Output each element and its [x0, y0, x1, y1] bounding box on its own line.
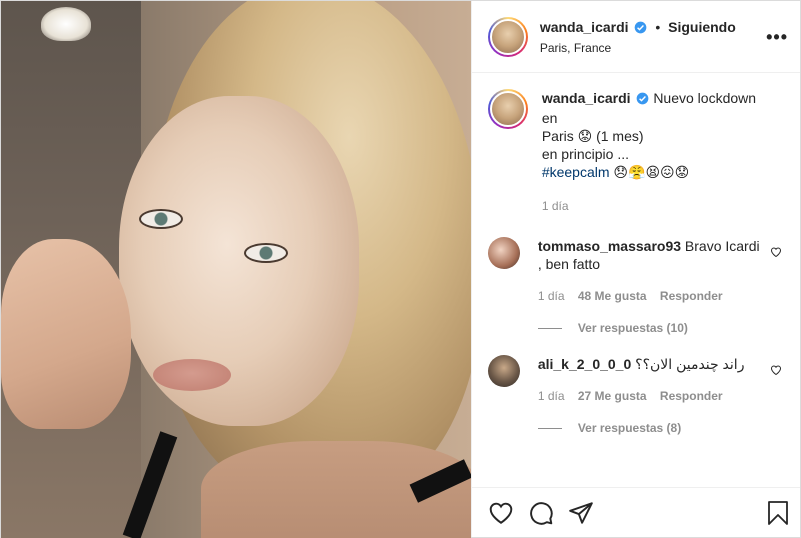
caption-hashtag[interactable]: #keepcalm: [542, 164, 610, 180]
comment-avatar[interactable]: [487, 237, 520, 269]
caption-text-line2: Paris 😟 (1 mes): [541, 128, 644, 144]
comment-likes[interactable]: 27 Me gusta: [578, 389, 647, 403]
comment-username[interactable]: ali_k_2_0_0_0: [538, 356, 631, 372]
view-replies-button[interactable]: Ver respuestas (8): [537, 421, 764, 435]
caption-text-line3: en principio ...: [541, 146, 629, 162]
comment-item: tommaso_massaro93 Bravo Icardi , ben fat…: [487, 237, 784, 335]
post-actions-bar: [471, 487, 800, 537]
replies-divider: [537, 427, 562, 429]
photo-lips: [153, 359, 231, 391]
post-photo[interactable]: [1, 1, 471, 538]
heart-icon[interactable]: [488, 500, 514, 526]
post-header: wanda_icardi • Siguiendo Paris, France •…: [471, 1, 800, 73]
follow-separator: •: [655, 18, 661, 35]
comment-time[interactable]: 1 día: [538, 289, 565, 303]
caption-time[interactable]: 1 día: [542, 199, 569, 213]
photo-eye-left: [139, 209, 183, 229]
share-icon[interactable]: [568, 500, 594, 526]
comment-icon[interactable]: [528, 500, 554, 526]
view-replies-label: Ver respuestas (8): [577, 421, 682, 435]
more-options-icon[interactable]: •••: [766, 27, 788, 48]
comments-area: wanda_icardi Nuevo lockdown en Paris 😟 (…: [472, 73, 800, 487]
comment-like-heart-icon[interactable]: [770, 363, 782, 379]
post-location[interactable]: Paris, France: [540, 41, 736, 55]
comment-avatar[interactable]: [487, 355, 520, 387]
author-avatar[interactable]: [487, 16, 528, 57]
comment-username[interactable]: tommaso_massaro93: [538, 238, 681, 254]
comment-likes[interactable]: 48 Me gusta: [578, 289, 647, 303]
comment-item: ali_k_2_0_0_0 راند چندمین الان؟؟ 1 día 2…: [487, 355, 784, 435]
photo-eye-right: [244, 243, 288, 263]
reply-button[interactable]: Responder: [660, 389, 723, 403]
view-replies-label: Ver respuestas (10): [577, 321, 688, 335]
comment-like-heart-icon[interactable]: [770, 245, 782, 261]
post-sidebar: wanda_icardi • Siguiendo Paris, France •…: [470, 1, 800, 537]
view-replies-button[interactable]: Ver respuestas (10): [537, 321, 764, 335]
instagram-post: wanda_icardi • Siguiendo Paris, France •…: [0, 0, 801, 538]
post-caption: wanda_icardi Nuevo lockdown en Paris 😟 (…: [487, 89, 784, 215]
caption-avatar[interactable]: [487, 89, 528, 129]
author-username[interactable]: wanda_icardi: [540, 19, 629, 35]
comment-time[interactable]: 1 día: [538, 389, 565, 403]
photo-chandelier: [41, 7, 91, 41]
caption-emojis: 😞😤😫😖😟: [613, 164, 690, 180]
follow-status-button[interactable]: Siguiendo: [668, 19, 736, 35]
bookmark-icon[interactable]: [766, 500, 790, 529]
comment-text: راند چندمین الان؟؟: [635, 356, 745, 372]
verified-badge-icon: [636, 91, 649, 109]
reply-button[interactable]: Responder: [660, 289, 723, 303]
verified-badge-icon: [634, 21, 647, 37]
photo-hand: [1, 239, 131, 429]
caption-username[interactable]: wanda_icardi: [542, 90, 631, 106]
replies-divider: [537, 327, 562, 329]
